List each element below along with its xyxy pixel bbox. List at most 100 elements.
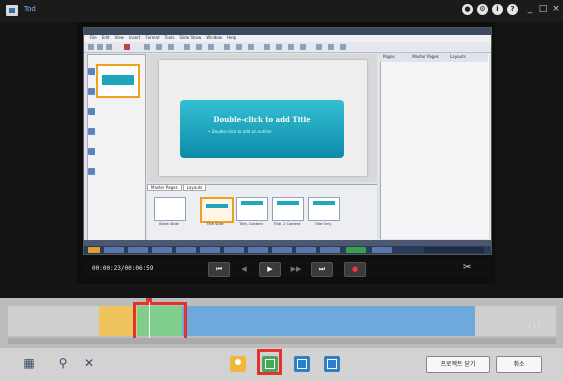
- app-title: Tod: [24, 5, 36, 13]
- app-logo-icon: [6, 5, 18, 16]
- right-tab: Pages: [383, 54, 395, 59]
- tool-icon: [288, 44, 294, 50]
- tool-icon: [196, 44, 202, 50]
- skip-forward-button[interactable]: ⏭: [311, 262, 333, 277]
- minimize-button[interactable]: _: [524, 3, 536, 15]
- side-tool-icon: [88, 128, 95, 135]
- task-item: [248, 247, 268, 253]
- right-tab: Master Pages: [412, 54, 439, 59]
- skip-back-button[interactable]: ⏮: [208, 262, 230, 277]
- menu-item: Insert: [128, 35, 141, 40]
- tool-icon: [316, 44, 322, 50]
- side-tool-icon: [88, 68, 95, 75]
- tool-icon: [328, 44, 334, 50]
- tool-icon: [300, 44, 306, 50]
- cancel-button[interactable]: 취소: [496, 356, 542, 373]
- playhead-marker[interactable]: [146, 298, 152, 302]
- inner-menu-bar: File Edit View Insert Format Tools Slide Show W…: [84, 35, 491, 42]
- close-button[interactable]: ×: [550, 3, 562, 15]
- step-forward-button[interactable]: ▶▶: [285, 262, 307, 277]
- right-pane: [380, 54, 489, 239]
- mode-layout-left-button[interactable]: [294, 356, 310, 372]
- side-tool-icon: [88, 108, 95, 115]
- delete-icon[interactable]: ✕: [82, 356, 96, 370]
- settings-icon[interactable]: ⚙: [477, 4, 488, 15]
- layout-thumb: [236, 197, 268, 221]
- tool-icon: [248, 44, 254, 50]
- record-button[interactable]: ●: [344, 262, 366, 277]
- menu-item: Help: [227, 35, 237, 40]
- layout-thumb: [308, 197, 340, 221]
- recorded-screen: File Edit View Insert Format Tools Slide Show W…: [83, 27, 492, 255]
- task-item: [200, 247, 220, 253]
- menu-item: Format: [145, 35, 160, 40]
- selected-segment-highlight: [133, 302, 187, 343]
- layout-thumb-selected: [200, 197, 234, 223]
- side-tool-icon: [88, 148, 95, 155]
- right-pane-tabs: Pages Master Pages Layouts: [380, 54, 488, 62]
- tool-icon: [224, 44, 230, 50]
- film-icon[interactable]: ▦: [22, 356, 36, 370]
- start-icon: [88, 247, 100, 253]
- timeline-end-marker: ⟨ ⟩ ⟨: [528, 322, 541, 330]
- task-item: [296, 247, 316, 253]
- timeline-segment-blue[interactable]: [182, 306, 475, 336]
- tool-icon: [208, 44, 214, 50]
- cut-icon[interactable]: ✂: [463, 262, 471, 273]
- menu-item: Slide Show: [179, 35, 202, 40]
- user-icon[interactable]: ●: [462, 4, 473, 15]
- tool-icon: [97, 44, 103, 50]
- task-item: [224, 247, 244, 253]
- menu-item: View: [114, 35, 124, 40]
- task-item: [104, 247, 124, 253]
- mode-person-button[interactable]: [230, 356, 246, 372]
- info-icon[interactable]: i: [492, 4, 503, 15]
- layout-label: Title Only: [314, 222, 332, 226]
- tool-icon: [340, 44, 346, 50]
- menu-item: Tools: [164, 35, 175, 40]
- menu-item: File: [90, 35, 97, 40]
- timecode: 00:00:23/00:06:59: [92, 265, 154, 272]
- help-icon[interactable]: ?: [507, 4, 518, 15]
- task-item: [372, 247, 392, 253]
- mode-layout-right-button[interactable]: [324, 356, 340, 372]
- system-tray: [424, 247, 484, 253]
- tool-icon: [184, 44, 190, 50]
- playhead[interactable]: [149, 298, 150, 338]
- task-item: [320, 247, 340, 253]
- slide-subtitle: • Double-click to add an outline: [208, 129, 272, 134]
- tool-icon: [88, 44, 94, 50]
- layout-label: Title, Content: [239, 222, 263, 226]
- inner-title-bar: [84, 28, 491, 35]
- layout-thumb: [154, 197, 186, 221]
- slide-title: Double-click to add Title: [213, 115, 311, 124]
- tool-icon: [156, 44, 162, 50]
- task-item: [152, 247, 172, 253]
- layout-label: Title, 2 Content: [273, 222, 301, 226]
- slide-thumbnail: [96, 64, 140, 98]
- close-project-button[interactable]: 프로젝트 닫기: [426, 356, 490, 373]
- tool-icon: [276, 44, 282, 50]
- maximize-button[interactable]: □: [537, 3, 549, 15]
- task-item: [176, 247, 196, 253]
- task-item: [346, 247, 366, 253]
- layout-tab: Layouts: [182, 184, 207, 191]
- layout-thumb: [272, 197, 304, 221]
- layout-tab: Master Pages: [147, 184, 182, 191]
- step-back-button[interactable]: ◀: [233, 262, 255, 277]
- timeline-scale: [8, 338, 556, 344]
- tool-icon: [236, 44, 242, 50]
- timeline-segment-yellow[interactable]: [99, 306, 137, 336]
- tool-icon: [106, 44, 112, 50]
- layouts-tabs: Master Pages Layouts: [147, 184, 247, 192]
- search-icon[interactable]: ⚲: [56, 356, 70, 370]
- layout-label: Blank Slide: [159, 222, 179, 226]
- task-item: [128, 247, 148, 253]
- task-item: [272, 247, 292, 253]
- play-button[interactable]: ▶: [259, 262, 281, 277]
- menu-item: Window: [206, 35, 223, 40]
- side-tool-icon: [88, 168, 95, 175]
- menu-item: Edit: [101, 35, 110, 40]
- side-tool-icon: [88, 88, 95, 95]
- selected-mode-highlight: [257, 349, 282, 375]
